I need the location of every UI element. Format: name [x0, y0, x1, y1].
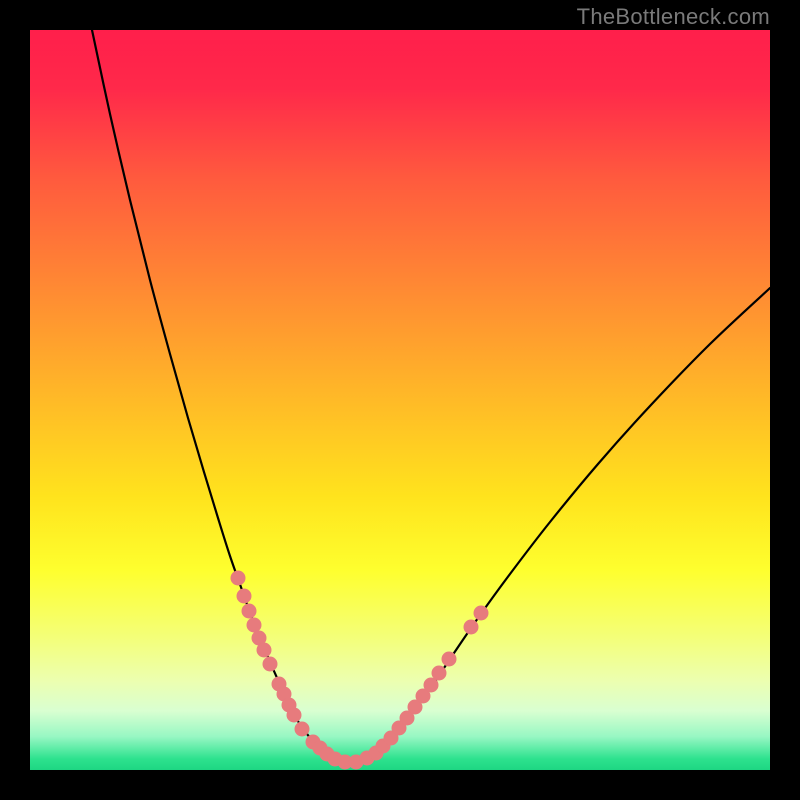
marker-dot — [247, 618, 262, 633]
marker-dot — [464, 620, 479, 635]
marker-dot — [231, 571, 246, 586]
marker-dot — [257, 643, 272, 658]
marker-dot — [442, 652, 457, 667]
marker-dot — [263, 657, 278, 672]
plot-area — [30, 30, 770, 770]
marker-dot — [474, 606, 489, 621]
watermark-text: TheBottleneck.com — [577, 4, 770, 30]
marker-dot — [432, 666, 447, 681]
marker-dot — [237, 589, 252, 604]
marker-group — [231, 571, 489, 770]
curve-layer — [30, 30, 770, 770]
marker-dot — [242, 604, 257, 619]
chart-frame: TheBottleneck.com — [0, 0, 800, 800]
marker-dot — [295, 722, 310, 737]
bottleneck-curve — [92, 30, 770, 763]
marker-dot — [287, 708, 302, 723]
